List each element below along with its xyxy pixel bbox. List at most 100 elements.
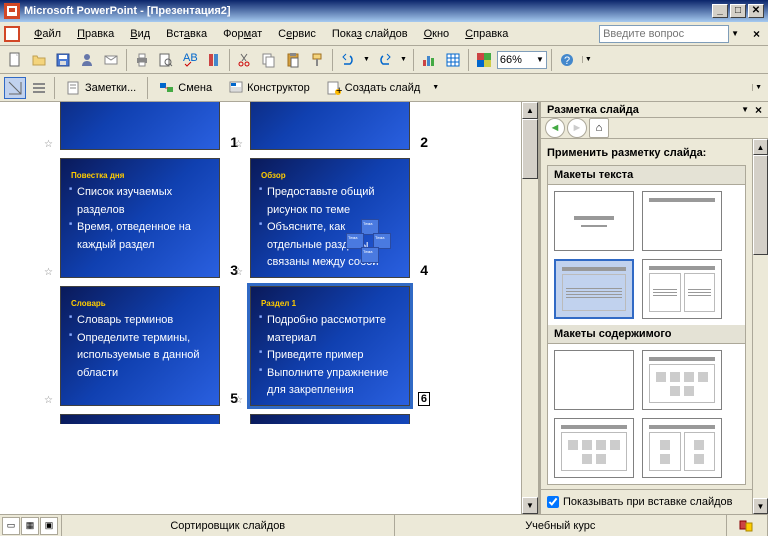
menu-window[interactable]: Окно bbox=[416, 24, 458, 44]
taskpane-footer: Показывать при вставке слайдов bbox=[541, 489, 752, 514]
designer-label: Конструктор bbox=[247, 82, 310, 94]
designer-button[interactable]: Конструктор bbox=[221, 77, 317, 99]
table-button[interactable] bbox=[442, 49, 464, 71]
menu-help[interactable]: Справка bbox=[457, 24, 516, 44]
task-pane: Разметка слайда ▼ × ◄ ► ⌂ Применить разм… bbox=[538, 102, 768, 514]
slide-thumb-3[interactable]: Повестка дняСписок изучаемых разделовВре… bbox=[60, 158, 220, 278]
expand-all-button[interactable] bbox=[28, 77, 50, 99]
mdi-close-button[interactable]: × bbox=[749, 27, 764, 41]
scroll-track[interactable] bbox=[522, 179, 538, 497]
taskpane-scrollbar[interactable]: ▲ ▼ bbox=[752, 139, 768, 514]
format-painter-button[interactable] bbox=[306, 49, 328, 71]
show-on-insert-checkbox[interactable] bbox=[547, 496, 559, 508]
print-button[interactable] bbox=[131, 49, 153, 71]
menu-insert[interactable]: Вставка bbox=[158, 24, 215, 44]
zoom-combo[interactable]: 66%▼ bbox=[497, 51, 547, 69]
tp-scroll-thumb[interactable] bbox=[753, 155, 768, 255]
slide-thumb-1[interactable]: ☆1 bbox=[60, 102, 220, 150]
help-search-input[interactable] bbox=[599, 25, 729, 43]
slide-thumb-7[interactable] bbox=[60, 414, 220, 424]
nav-home-button[interactable]: ⌂ bbox=[589, 118, 609, 138]
slide-title: Обзор bbox=[251, 159, 409, 184]
layout-title-only[interactable] bbox=[554, 191, 634, 251]
newslide-button[interactable]: +Создать слайд bbox=[319, 77, 427, 99]
permission-button[interactable] bbox=[76, 49, 98, 71]
animation-icon: ☆ bbox=[44, 267, 53, 278]
tp-scroll-down[interactable]: ▼ bbox=[753, 498, 768, 514]
slide-thumb-5[interactable]: СловарьСловарь терминовОпределите термин… bbox=[60, 286, 220, 406]
redo-button[interactable] bbox=[374, 49, 396, 71]
menu-slideshow[interactable]: Показ слайдов bbox=[324, 24, 416, 44]
animation-icon: ☆ bbox=[234, 395, 243, 406]
close-button[interactable]: ✕ bbox=[748, 4, 764, 18]
toolbar2-options-dropdown[interactable]: ▼ bbox=[752, 84, 764, 91]
help-search-dropdown[interactable]: ▼ bbox=[729, 29, 741, 38]
help-button[interactable]: ? bbox=[556, 49, 578, 71]
layout-two-content[interactable] bbox=[642, 259, 722, 319]
svg-text:+: + bbox=[336, 85, 342, 96]
new-button[interactable] bbox=[4, 49, 26, 71]
layout-title-content[interactable] bbox=[554, 259, 634, 319]
window-title: Microsoft PowerPoint - [Презентация2] bbox=[24, 5, 231, 17]
slide-sorter[interactable]: ☆1 ☆2 Повестка дняСписок изучаемых разде… bbox=[0, 102, 521, 514]
slide-thumb-6[interactable]: Раздел 1Подробно рассмотрите материалПри… bbox=[250, 286, 410, 406]
cut-button[interactable] bbox=[234, 49, 256, 71]
nav-forward-button[interactable]: ► bbox=[567, 118, 587, 138]
color-button[interactable] bbox=[473, 49, 495, 71]
menu-format[interactable]: Формат bbox=[215, 24, 270, 44]
minimize-button[interactable]: _ bbox=[712, 4, 728, 18]
save-button[interactable] bbox=[52, 49, 74, 71]
tp-scroll-track[interactable] bbox=[753, 255, 768, 498]
nav-back-button[interactable]: ◄ bbox=[545, 118, 565, 138]
layout-title-slide[interactable] bbox=[642, 191, 722, 251]
app-icon bbox=[4, 3, 20, 19]
slide-thumb-8[interactable] bbox=[250, 414, 410, 424]
slideshow-view-button[interactable]: ▣ bbox=[40, 517, 58, 535]
copy-button[interactable] bbox=[258, 49, 280, 71]
chart-button[interactable] bbox=[418, 49, 440, 71]
menu-file[interactable]: Файл bbox=[26, 24, 69, 44]
layout-content[interactable] bbox=[642, 350, 722, 410]
layout-blank[interactable] bbox=[554, 350, 634, 410]
slide-thumb-4[interactable]: ОбзорПредоставьте общий рисунок по темеО… bbox=[250, 158, 410, 278]
scroll-up-button[interactable]: ▲ bbox=[522, 102, 538, 119]
menu-file-label: айл bbox=[42, 28, 61, 40]
paste-button[interactable] bbox=[282, 49, 304, 71]
show-formatting-button[interactable] bbox=[4, 77, 26, 99]
redo-dropdown[interactable]: ▼ bbox=[398, 56, 409, 63]
open-button[interactable] bbox=[28, 49, 50, 71]
sorter-scrollbar[interactable]: ▲ ▼ bbox=[521, 102, 538, 514]
maximize-button[interactable]: □ bbox=[730, 4, 746, 18]
status-course-label: Учебный курс bbox=[395, 515, 728, 536]
scroll-down-button[interactable]: ▼ bbox=[522, 497, 538, 514]
notes-button[interactable]: Заметки... bbox=[59, 77, 143, 99]
undo-dropdown[interactable]: ▼ bbox=[361, 56, 372, 63]
slide-number: 4 bbox=[420, 262, 428, 278]
scroll-thumb[interactable] bbox=[522, 119, 538, 179]
spelling-button[interactable]: ABC bbox=[179, 49, 201, 71]
toolbar-options-dropdown[interactable]: ▼ bbox=[582, 56, 594, 63]
layout-two-content-icons[interactable] bbox=[642, 418, 722, 478]
email-button[interactable] bbox=[100, 49, 122, 71]
tp-scroll-up[interactable]: ▲ bbox=[753, 139, 768, 155]
newslide-dropdown[interactable]: ▼ bbox=[429, 84, 442, 91]
outlining-toolbar: Заметки... Смена Конструктор +Создать сл… bbox=[0, 74, 768, 102]
section-content-layouts: Макеты содержимого bbox=[548, 325, 745, 344]
animation-icon: ☆ bbox=[234, 267, 243, 278]
menu-edit[interactable]: Правка bbox=[69, 24, 122, 44]
slide-number: 2 bbox=[420, 134, 428, 150]
undo-button[interactable] bbox=[337, 49, 359, 71]
research-button[interactable] bbox=[203, 49, 225, 71]
transition-button[interactable]: Смена bbox=[152, 77, 219, 99]
menu-tools[interactable]: Сервис bbox=[270, 24, 324, 44]
slide-thumb-2[interactable]: ☆2 bbox=[250, 102, 410, 150]
preview-button[interactable] bbox=[155, 49, 177, 71]
status-language-icon[interactable] bbox=[727, 515, 768, 536]
taskpane-dropdown[interactable]: ▼ bbox=[741, 105, 749, 114]
layout-title-content-icons[interactable] bbox=[554, 418, 634, 478]
normal-view-button[interactable]: ▭ bbox=[2, 517, 20, 535]
workspace: ☆1 ☆2 Повестка дняСписок изучаемых разде… bbox=[0, 102, 768, 514]
taskpane-close-button[interactable]: × bbox=[755, 103, 762, 117]
menu-view[interactable]: Вид bbox=[122, 24, 158, 44]
sorter-view-button[interactable]: ▦ bbox=[21, 517, 39, 535]
